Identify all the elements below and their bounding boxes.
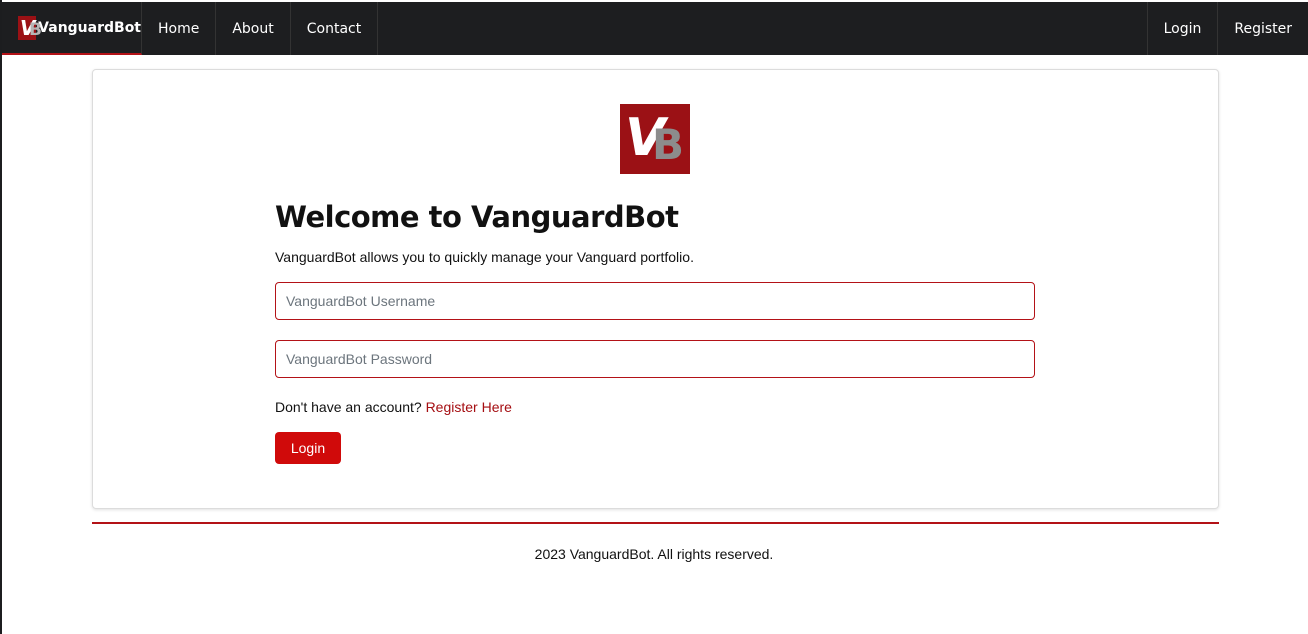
brand-logo-b: B <box>29 19 42 40</box>
page-title: Welcome to VanguardBot <box>275 200 679 234</box>
signup-prompt-text: Don't have an account? <box>275 399 422 415</box>
password-input[interactable] <box>275 340 1035 378</box>
top-navbar: V B VanguardBot Home About Contact Login… <box>2 2 1308 55</box>
logo-letter-b: B <box>652 120 685 169</box>
nav-login[interactable]: Login <box>1146 2 1218 55</box>
nav-home[interactable]: Home <box>142 2 217 55</box>
nav-about[interactable]: About <box>216 2 291 55</box>
brand-logo-icon: V B <box>18 15 42 40</box>
signup-prompt: Don't have an account? Register Here <box>275 399 512 415</box>
nav-right-group: Login Register <box>1146 2 1308 55</box>
nav-register[interactable]: Register <box>1217 2 1308 55</box>
vanguardbot-logo-icon: V B <box>620 104 690 174</box>
username-input[interactable] <box>275 282 1035 320</box>
page-subtitle: VanguardBot allows you to quickly manage… <box>275 249 694 265</box>
window-edge <box>0 0 2 634</box>
brand-name: VanguardBot <box>38 19 141 36</box>
nav-contact[interactable]: Contact <box>291 2 379 55</box>
footer-copyright: 2023 VanguardBot. All rights reserved. <box>534 546 774 562</box>
register-here-link[interactable]: Register Here <box>426 399 512 415</box>
footer-divider <box>92 522 1219 524</box>
login-card: V B Welcome to VanguardBot VanguardBot a… <box>92 69 1219 509</box>
login-button[interactable]: Login <box>275 432 341 464</box>
brand-link[interactable]: V B VanguardBot <box>2 2 142 55</box>
